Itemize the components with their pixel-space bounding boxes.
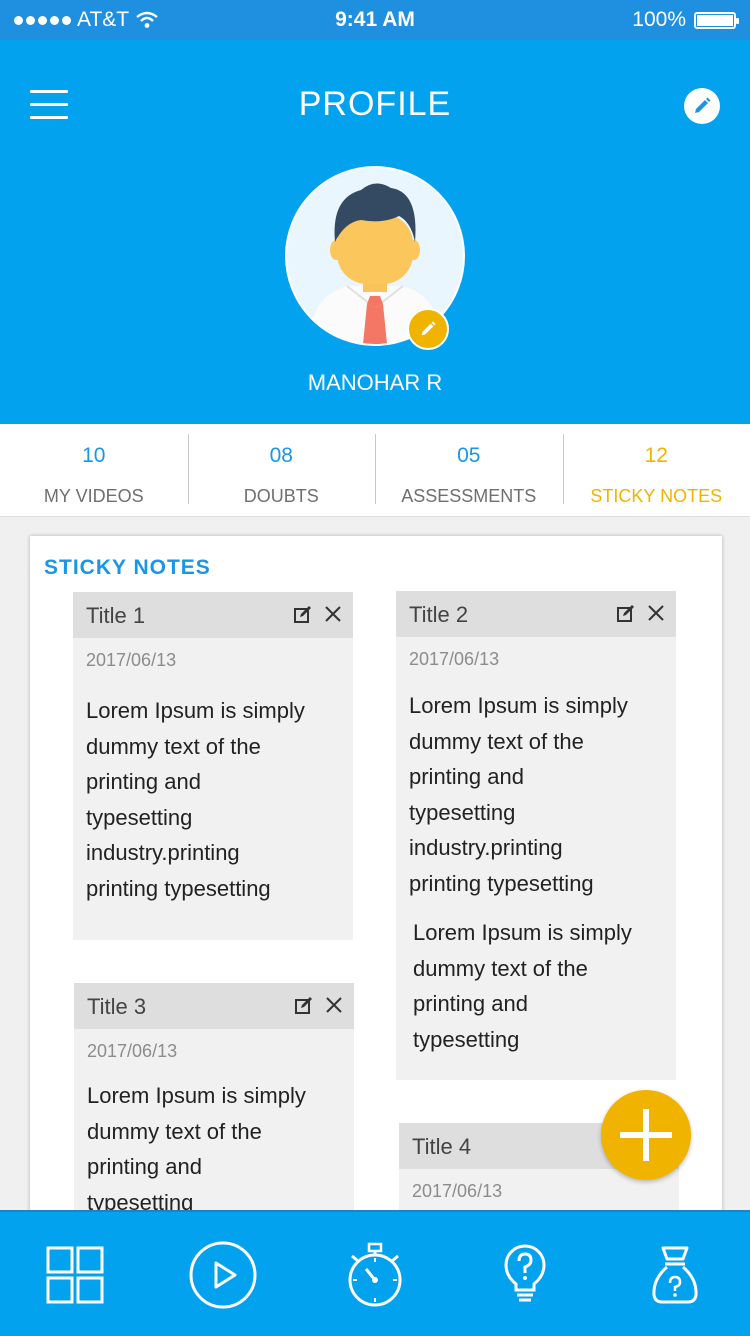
edit-icon [294,995,314,1015]
note-line: typesetting [413,1022,663,1058]
edit-icon [293,604,313,624]
note-header: Title 1 [73,592,353,638]
tab-label: ASSESSMENTS [375,486,563,507]
tab-my-videos[interactable]: 10 MY VIDEOS [0,424,188,516]
nav-assessments[interactable] [640,1240,710,1310]
close-icon [325,996,343,1014]
note-date: 2017/06/13 [73,638,353,671]
tab-count: 10 [0,444,188,468]
bottom-nav [0,1210,750,1336]
note-header: Title 2 [396,591,676,637]
note-line: Lorem Ipsum is simply [409,688,663,724]
tab-sticky-notes[interactable]: 12 STICKY NOTES [563,424,750,516]
edit-note-button[interactable] [293,604,313,624]
add-note-button[interactable] [601,1090,691,1180]
tab-count: 05 [375,444,563,468]
delete-note-button[interactable] [324,995,344,1015]
note-title: Title 1 [86,603,145,629]
note-title: Title 3 [87,994,146,1020]
battery-icon [694,12,736,29]
money-bag-icon [651,1245,699,1305]
nav-timer[interactable] [340,1240,410,1310]
tab-doubts[interactable]: 08 DOUBTS [188,424,376,516]
note-header: Title 3 [74,983,354,1029]
note-line: printing and [86,764,340,800]
edit-note-button[interactable] [294,995,314,1015]
page-title: PROFILE [0,85,750,124]
battery-info: 100% [632,8,736,32]
note-date: 2017/06/13 [74,1029,354,1062]
profile-header: PROFILE MANOHAR [0,40,750,424]
note-line: printing and [409,759,663,795]
pencil-icon [692,96,712,116]
note-line: Lorem Ipsum is simply [86,693,340,729]
tab-label: DOUBTS [188,486,376,507]
note-body: Lorem Ipsum is simply dummy text of the … [74,1078,354,1220]
note-body: Lorem Ipsum is simply dummy text of the … [396,915,676,1057]
stopwatch-icon [344,1242,406,1308]
status-bar: AT&T 9:41 AM 100% [0,0,750,40]
profile-tabs: 10 MY VIDEOS 08 DOUBTS 05 ASSESSMENTS 12… [0,424,750,517]
tab-label: STICKY NOTES [563,486,750,507]
delete-note-button[interactable] [323,604,343,624]
note-line: industry.printing [86,835,340,871]
avatar[interactable] [285,166,465,346]
note-line: dummy text of the [86,729,340,765]
note-title: Title 2 [409,602,468,628]
note-line: typesetting [86,800,340,836]
note-body: Lorem Ipsum is simply dummy text of the … [396,688,676,901]
sticky-note[interactable]: Title 2 2017/06/13 Lorem Ipsum is simply… [396,591,676,1080]
nav-dashboard[interactable] [40,1240,110,1310]
edit-avatar-button[interactable] [407,308,449,350]
pencil-icon [419,320,437,338]
edit-profile-button[interactable] [684,88,720,124]
note-line: dummy text of the [413,951,663,987]
note-body: Lorem Ipsum is simply dummy text of the … [73,693,353,906]
tab-assessments[interactable]: 05 ASSESSMENTS [375,424,563,516]
nav-videos[interactable] [188,1240,258,1310]
tab-count: 12 [563,444,750,468]
delete-note-button[interactable] [646,603,666,623]
tab-label: MY VIDEOS [0,486,188,507]
note-line: Lorem Ipsum is simply [87,1078,341,1114]
note-date: 2017/06/13 [396,637,676,670]
close-icon [324,605,342,623]
sticky-note[interactable]: Title 1 2017/06/13 Lorem Ipsum is simply… [73,592,353,940]
tab-count: 08 [188,444,376,468]
user-name: MANOHAR R [0,370,750,396]
sticky-note[interactable]: Title 3 2017/06/13 Lorem Ipsum is simply… [74,983,354,1243]
note-line: industry.printing [409,830,663,866]
note-line: printing and [413,986,663,1022]
section-title: STICKY NOTES [44,556,211,580]
note-line: dummy text of the [87,1114,341,1150]
battery-percent: 100% [632,8,686,32]
note-title: Title 4 [412,1134,471,1160]
note-line: Lorem Ipsum is simply [413,915,663,951]
note-line: dummy text of the [409,724,663,760]
edit-icon [616,603,636,623]
edit-note-button[interactable] [616,603,636,623]
lightbulb-icon [503,1244,547,1306]
note-line: printing typesetting [86,871,340,907]
nav-doubts[interactable] [490,1240,560,1310]
grid-icon [46,1246,104,1304]
play-icon [188,1240,258,1310]
note-line: printing typesetting [409,866,663,902]
close-icon [647,604,665,622]
note-line: printing and [87,1149,341,1185]
note-line: typesetting [409,795,663,831]
